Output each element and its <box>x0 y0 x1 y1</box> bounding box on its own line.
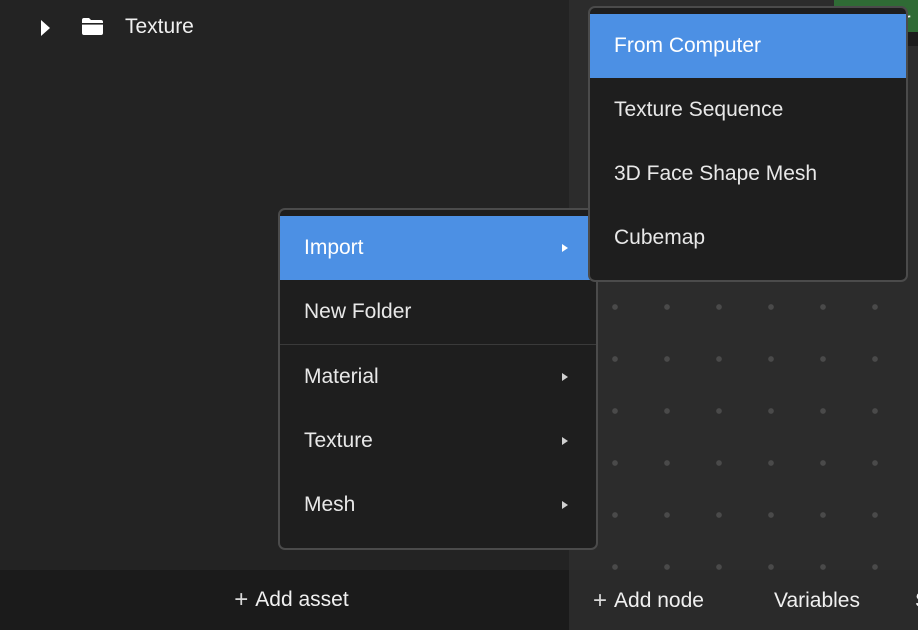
add-asset-label: Add asset <box>255 588 349 611</box>
tree-item-texture-folder[interactable]: Texture <box>0 0 569 56</box>
submenu-arrow-icon <box>562 244 568 252</box>
variables-button[interactable]: Variables <box>774 589 860 613</box>
submenu-item-label: 3D Face Shape Mesh <box>614 162 818 185</box>
folder-icon <box>82 18 103 35</box>
menu-item-label: New Folder <box>304 300 412 323</box>
node-graph-footer: + Add node Variables S <box>569 570 918 630</box>
menu-item-label: Import <box>304 236 364 259</box>
plus-icon: + <box>234 586 249 613</box>
plus-icon: + <box>593 587 608 614</box>
submenu-item-cubemap[interactable]: Cubemap <box>590 206 906 270</box>
import-submenu: From Computer Texture Sequence 3D Face S… <box>588 6 908 282</box>
add-asset-button[interactable]: + Add asset <box>234 588 348 612</box>
menu-item-texture[interactable]: Texture <box>280 409 596 473</box>
submenu-arrow-icon <box>562 373 568 381</box>
submenu-item-from-computer[interactable]: From Computer <box>590 14 906 78</box>
submenu-arrow-icon <box>562 501 568 509</box>
menu-item-new-folder[interactable]: New Folder <box>280 280 596 344</box>
menu-item-material[interactable]: Material <box>280 345 596 409</box>
menu-item-label: Texture <box>304 429 373 452</box>
asset-panel-footer: + Add asset <box>0 570 569 630</box>
context-menu: Import New Folder Material Texture Mesh <box>278 208 598 550</box>
bottom-bar: + Add asset + Add node Variables S <box>0 570 918 630</box>
submenu-item-texture-sequence[interactable]: Texture Sequence <box>590 78 906 142</box>
add-node-label: Add node <box>614 589 704 612</box>
tree-item-label: Texture <box>125 15 194 38</box>
submenu-item-label: From Computer <box>614 34 762 57</box>
submenu-arrow-icon <box>562 437 568 445</box>
submenu-item-label: Texture Sequence <box>614 98 784 121</box>
caret-right-icon[interactable] <box>41 20 50 36</box>
submenu-item-3d-face-shape-mesh[interactable]: 3D Face Shape Mesh <box>590 142 906 206</box>
submenu-item-label: Cubemap <box>614 226 706 249</box>
menu-item-import[interactable]: Import <box>280 216 596 280</box>
menu-item-label: Mesh <box>304 493 356 516</box>
add-node-button[interactable]: + Add node <box>593 589 704 613</box>
menu-item-label: Material <box>304 365 379 388</box>
menu-item-mesh[interactable]: Mesh <box>280 473 596 537</box>
variables-label: Variables <box>774 589 860 612</box>
